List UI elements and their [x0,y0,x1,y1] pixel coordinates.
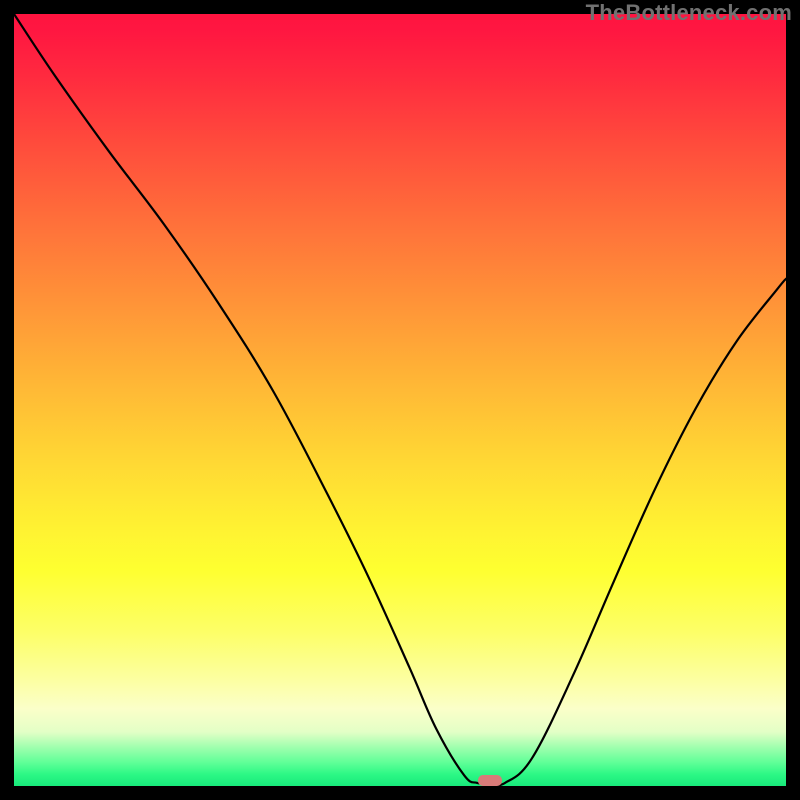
chart-plot-area [14,14,786,786]
watermark-text: TheBottleneck.com [586,0,792,26]
curve-path [14,14,786,785]
optimal-marker [478,775,502,786]
bottleneck-curve [14,14,786,786]
